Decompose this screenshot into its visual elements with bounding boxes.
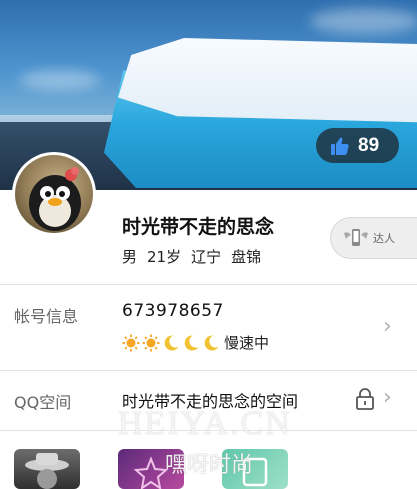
- location-city: 盘锦: [231, 248, 262, 266]
- qq-number: 673978657: [122, 301, 224, 321]
- daren-badge[interactable]: 达人: [330, 217, 417, 259]
- qq-space-label: QQ空间: [14, 393, 72, 412]
- profile-meta: 男 21岁 辽宁 盘锦: [122, 246, 261, 267]
- iceberg-top: [118, 38, 417, 123]
- app-thumbnail[interactable]: [118, 449, 184, 489]
- sun-icon: [142, 334, 160, 351]
- chevron-right-icon: ›: [383, 385, 392, 410]
- nickname: 时光带不走的思念: [122, 216, 275, 238]
- cloud-decoration: [310, 8, 417, 34]
- avatar[interactable]: [12, 152, 96, 236]
- age: 21岁: [147, 248, 182, 266]
- avatar-image: [15, 155, 93, 233]
- divider: [0, 430, 417, 431]
- winged-phone-icon: [344, 229, 368, 246]
- chevron-right-icon: ›: [383, 314, 392, 339]
- penguin-avatar-icon: [29, 167, 81, 231]
- daren-label: 达人: [373, 232, 395, 245]
- location-province: 辽宁: [191, 248, 222, 266]
- like-button[interactable]: 89: [316, 128, 399, 163]
- moon-icon: [204, 334, 219, 350]
- gender: 男: [122, 248, 138, 266]
- lock-icon: [356, 388, 374, 410]
- moon-icon: [184, 334, 199, 350]
- qq-space-name: 时光带不走的思念的空间: [122, 392, 299, 411]
- moon-icon: [164, 334, 179, 350]
- cloud-decoration: [20, 70, 100, 90]
- like-count: 89: [358, 134, 380, 156]
- hat-person-icon: [25, 453, 69, 489]
- app-icon: [242, 457, 268, 487]
- account-info-label: 帐号信息: [14, 307, 79, 326]
- sun-icon: [122, 334, 140, 351]
- thumbs-up-icon: [331, 137, 349, 155]
- divider: [0, 370, 417, 371]
- divider: [0, 284, 417, 285]
- app-thumbnail[interactable]: [222, 449, 288, 489]
- qq-level: 慢速中: [122, 332, 269, 353]
- app-thumbnail[interactable]: [14, 449, 80, 489]
- level-speed-text: 慢速中: [224, 334, 270, 352]
- star-icon: [133, 456, 169, 489]
